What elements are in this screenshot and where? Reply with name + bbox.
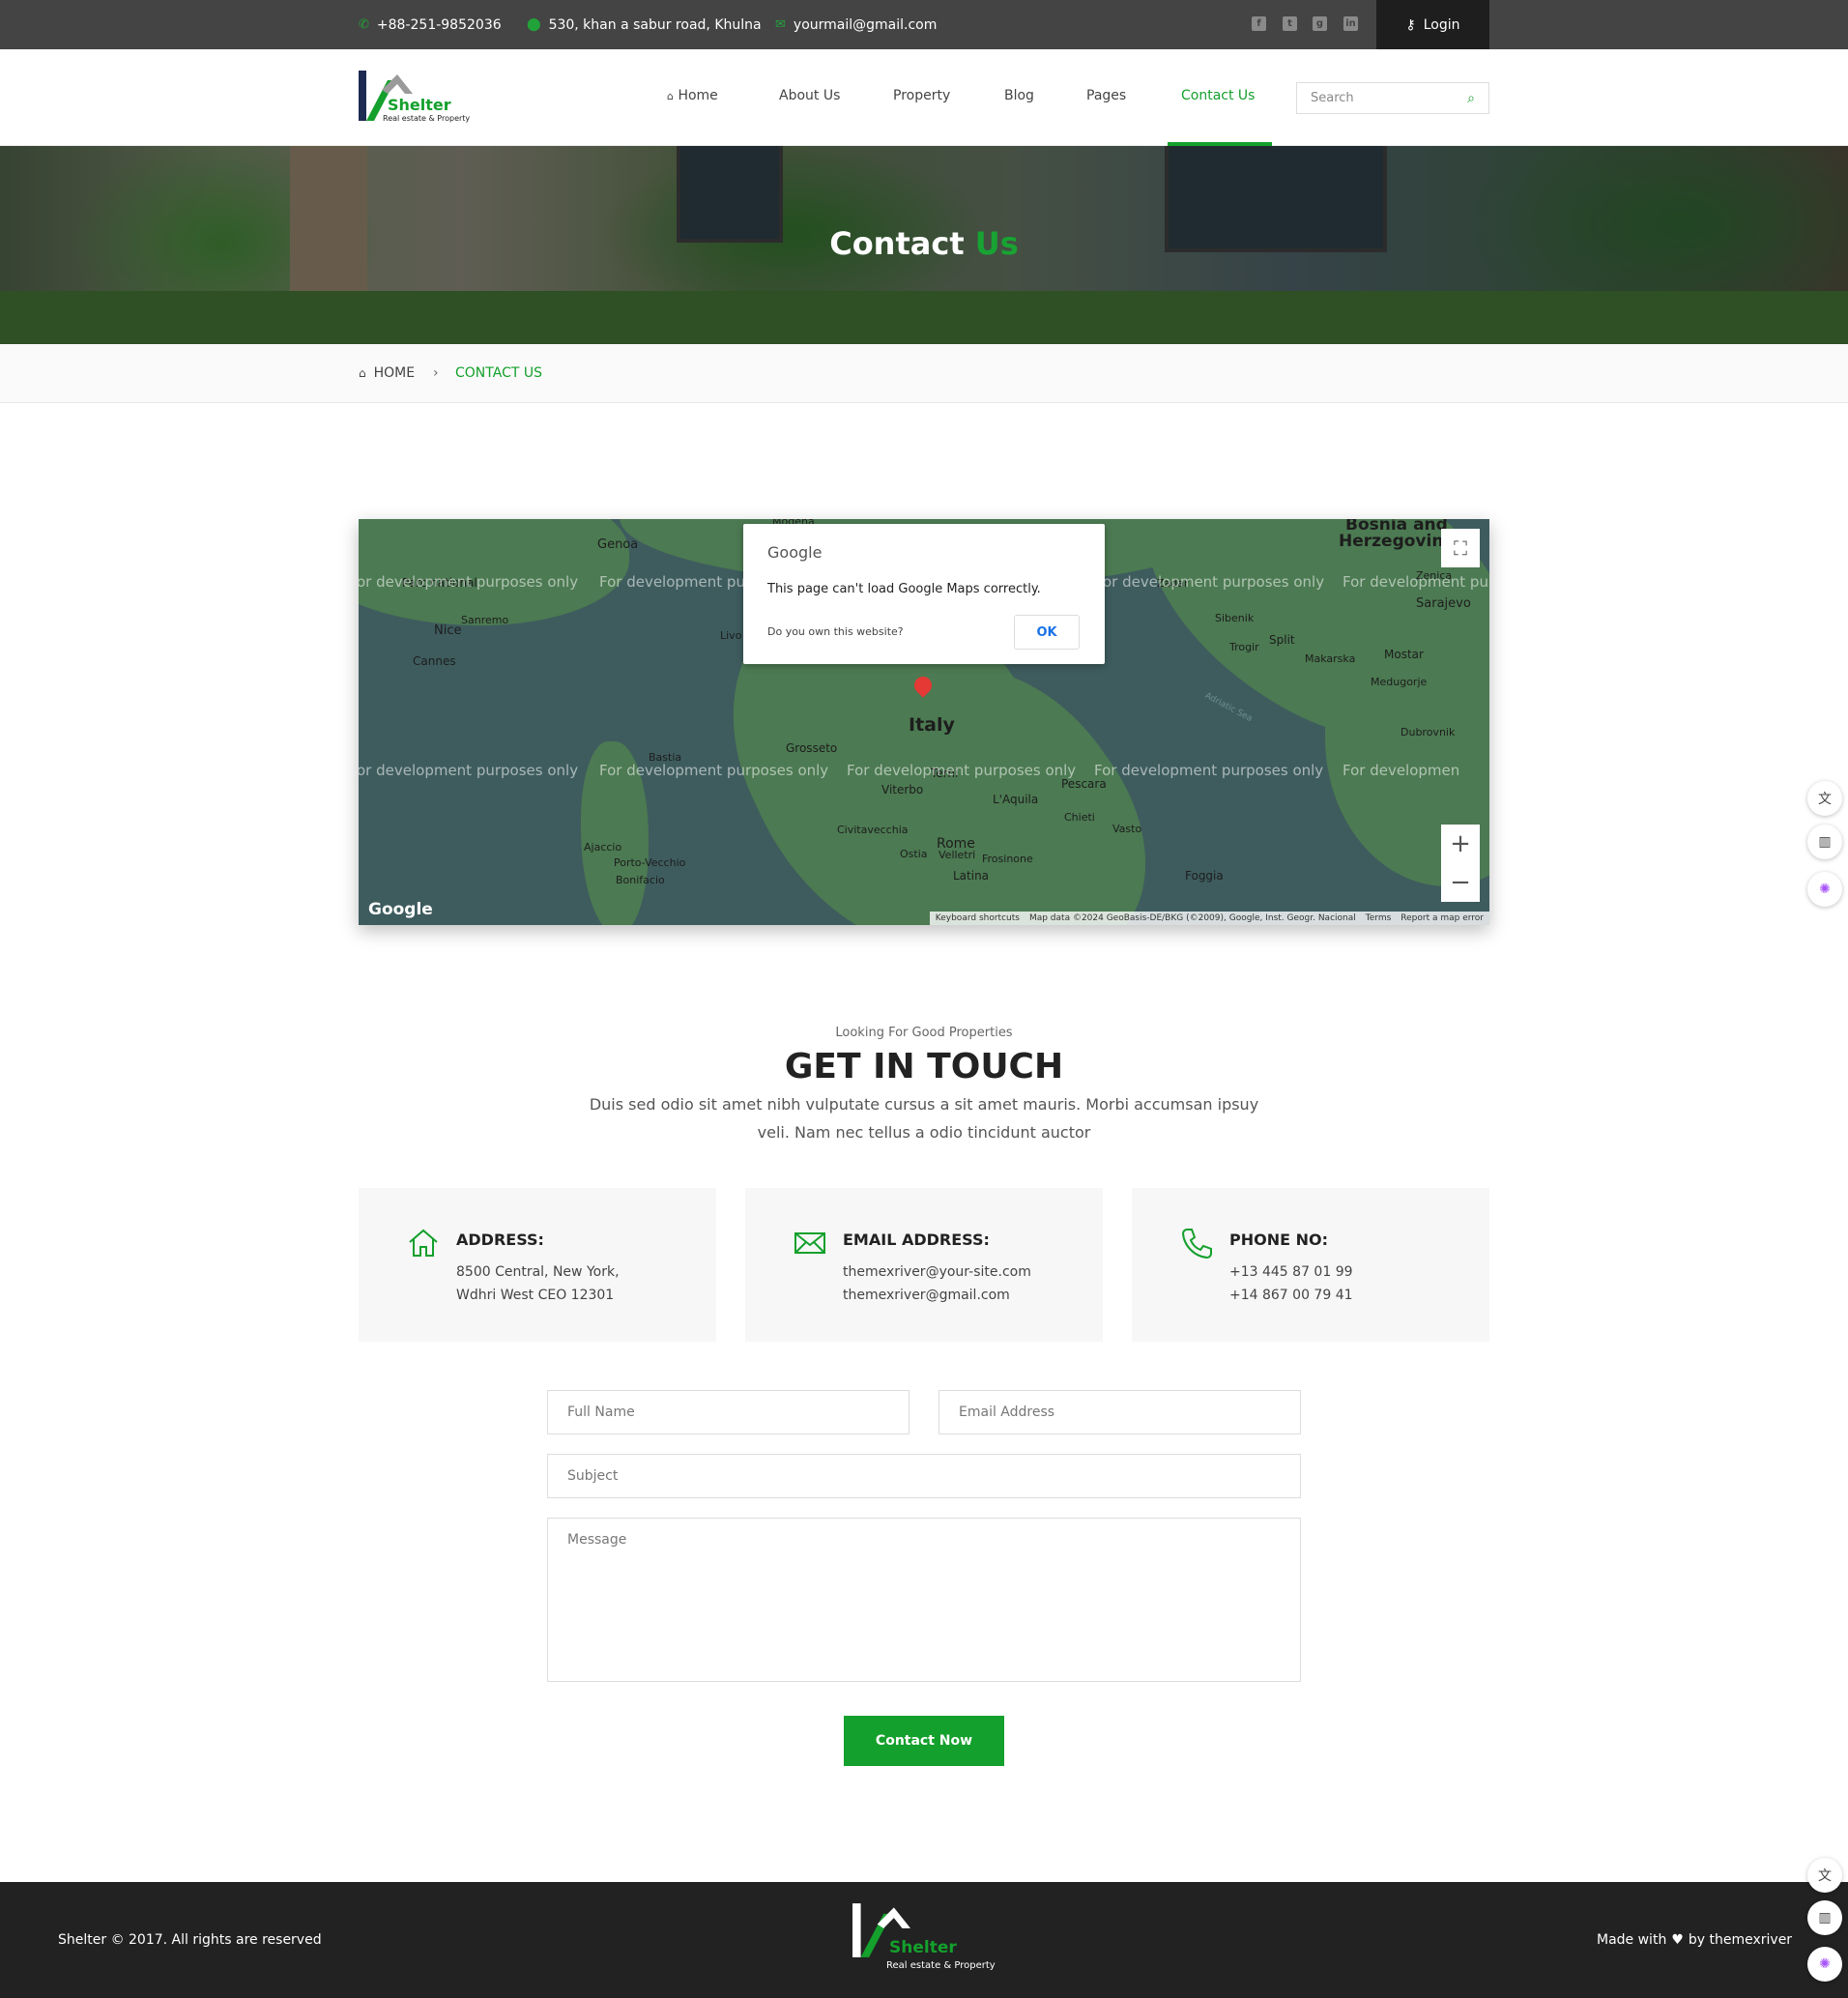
footer-logo[interactable]: Shelter Real estate & Property [852, 1901, 997, 1979]
full-name-field[interactable]: Full Name [547, 1390, 910, 1434]
report-map-error-link[interactable]: Report a map error [1400, 913, 1484, 923]
nav-contact[interactable]: Contact Us [1181, 88, 1255, 103]
footer: Shelter © 2017. All rights are reserved … [0, 1882, 1848, 1998]
ai-brain-icon[interactable]: ✺ [1807, 1947, 1842, 1982]
breadcrumb: ⌂ HOME › CONTACT US [0, 344, 1848, 403]
footer-brand-tagline: Real estate & Property [886, 1960, 996, 1971]
envelope-icon [794, 1232, 825, 1254]
search-input[interactable]: Search [1311, 91, 1354, 105]
main-navbar: Shelter Real estate & Property ⌂ Home Ab… [0, 49, 1848, 146]
section-description-line2: veli. Nam nec tellus a odio tincidunt au… [757, 1123, 1091, 1142]
translate-icon[interactable]: 文 [1807, 1858, 1842, 1893]
made-with-text: Made with ♥ by themexriver [1597, 1932, 1793, 1948]
envelope-icon: ✉ [775, 17, 786, 32]
contact-now-button[interactable]: Contact Now [844, 1716, 1004, 1766]
login-button[interactable]: ⚷ Login [1376, 0, 1489, 49]
topbar-address: ⬤ 530, khan a sabur road, Khulna [527, 16, 762, 33]
brand-logo[interactable]: Shelter Real estate & Property [359, 71, 475, 125]
reader-icon[interactable]: ▥ [1807, 1900, 1842, 1935]
email-card: EMAIL ADDRESS: themexriver@your-site.com… [745, 1188, 1103, 1342]
map-pin-icon: ⬤ [527, 17, 541, 32]
zoom-out-button[interactable]: − [1441, 863, 1480, 902]
dialog-message: This page can't load Google Maps correct… [767, 582, 1041, 596]
dialog-question: Do you own this website? [767, 625, 904, 638]
google-logo: Google [368, 900, 433, 919]
brand-name: Shelter [388, 96, 451, 114]
email-field[interactable]: Email Address [938, 1390, 1301, 1434]
home-icon: ⌂ [667, 90, 674, 102]
page-banner: Contact Us [0, 146, 1848, 344]
phone-card: PHONE NO: +13 445 87 01 99 +14 867 00 79… [1132, 1188, 1489, 1342]
home-icon [409, 1229, 438, 1257]
translate-icon[interactable]: 文 [1807, 781, 1842, 816]
breadcrumb-home[interactable]: ⌂ HOME [359, 365, 415, 381]
search-icon[interactable]: ⌕ [1467, 91, 1475, 106]
footer-brand-name: Shelter [889, 1938, 957, 1957]
dialog-google-brand: Google [767, 543, 823, 562]
address-card: ADDRESS: 8500 Central, New York, Wdhri W… [359, 1188, 716, 1342]
copyright-text: Shelter © 2017. All rights are reserved [58, 1932, 322, 1948]
brand-tagline: Real estate & Property [383, 114, 471, 123]
search-box[interactable]: Search ⌕ [1296, 82, 1489, 114]
twitter-icon[interactable]: t [1283, 16, 1297, 31]
topbar-email: ✉ yourmail@gmail.com [775, 16, 938, 33]
key-icon: ⚷ [1405, 16, 1416, 33]
dialog-ok-button[interactable]: OK [1014, 615, 1080, 650]
page-title: Contact Us [829, 225, 1019, 262]
keyboard-shortcuts-link[interactable]: Keyboard shortcuts [936, 913, 1020, 923]
phone-icon [1181, 1229, 1212, 1260]
home-icon: ⌂ [359, 366, 366, 380]
google-plus-icon[interactable]: g [1313, 16, 1327, 31]
top-bar: ✆ +88-251-9852036 ⬤ 530, khan a sabur ro… [0, 0, 1848, 49]
section-heading: GET IN TOUCH [784, 1047, 1064, 1086]
fullscreen-icon[interactable]: ⛶ [1441, 529, 1480, 567]
google-map[interactable]: Genoa Parc national Nice Sanremo Cannes … [359, 519, 1489, 925]
message-textarea[interactable]: Message [547, 1518, 1301, 1682]
section-description-line1: Duis sed odio sit amet nibh vulputate cu… [589, 1095, 1259, 1114]
chevron-right-icon: › [433, 365, 439, 381]
heart-icon: ♥ [1671, 1932, 1684, 1948]
breadcrumb-current: CONTACT US [455, 365, 542, 381]
map-data-text: Map data ©2024 GeoBasis-DE/BKG (©2009), … [1028, 913, 1356, 923]
nav-blog[interactable]: Blog [1004, 88, 1034, 103]
facebook-icon[interactable]: f [1252, 16, 1266, 31]
nav-about[interactable]: About Us [779, 88, 840, 103]
ai-brain-icon[interactable]: ✺ [1807, 872, 1842, 907]
map-error-dialog: Google This page can't load Google Maps … [743, 524, 1105, 664]
phone-icon: ✆ [359, 17, 369, 32]
nav-property[interactable]: Property [893, 88, 950, 103]
nav-home[interactable]: ⌂ Home [667, 88, 718, 103]
map-attribution: Keyboard shortcuts Map data ©2024 GeoBas… [929, 912, 1489, 925]
terms-link[interactable]: Terms [1366, 913, 1392, 923]
section-kicker: Looking For Good Properties [835, 1026, 1013, 1040]
linkedin-icon[interactable]: in [1343, 16, 1358, 31]
topbar-phone: ✆ +88-251-9852036 [359, 16, 502, 33]
reader-icon[interactable]: ▥ [1807, 825, 1842, 859]
nav-pages[interactable]: Pages [1086, 88, 1126, 103]
subject-field[interactable]: Subject [547, 1454, 1301, 1498]
zoom-in-button[interactable]: + [1441, 825, 1480, 863]
